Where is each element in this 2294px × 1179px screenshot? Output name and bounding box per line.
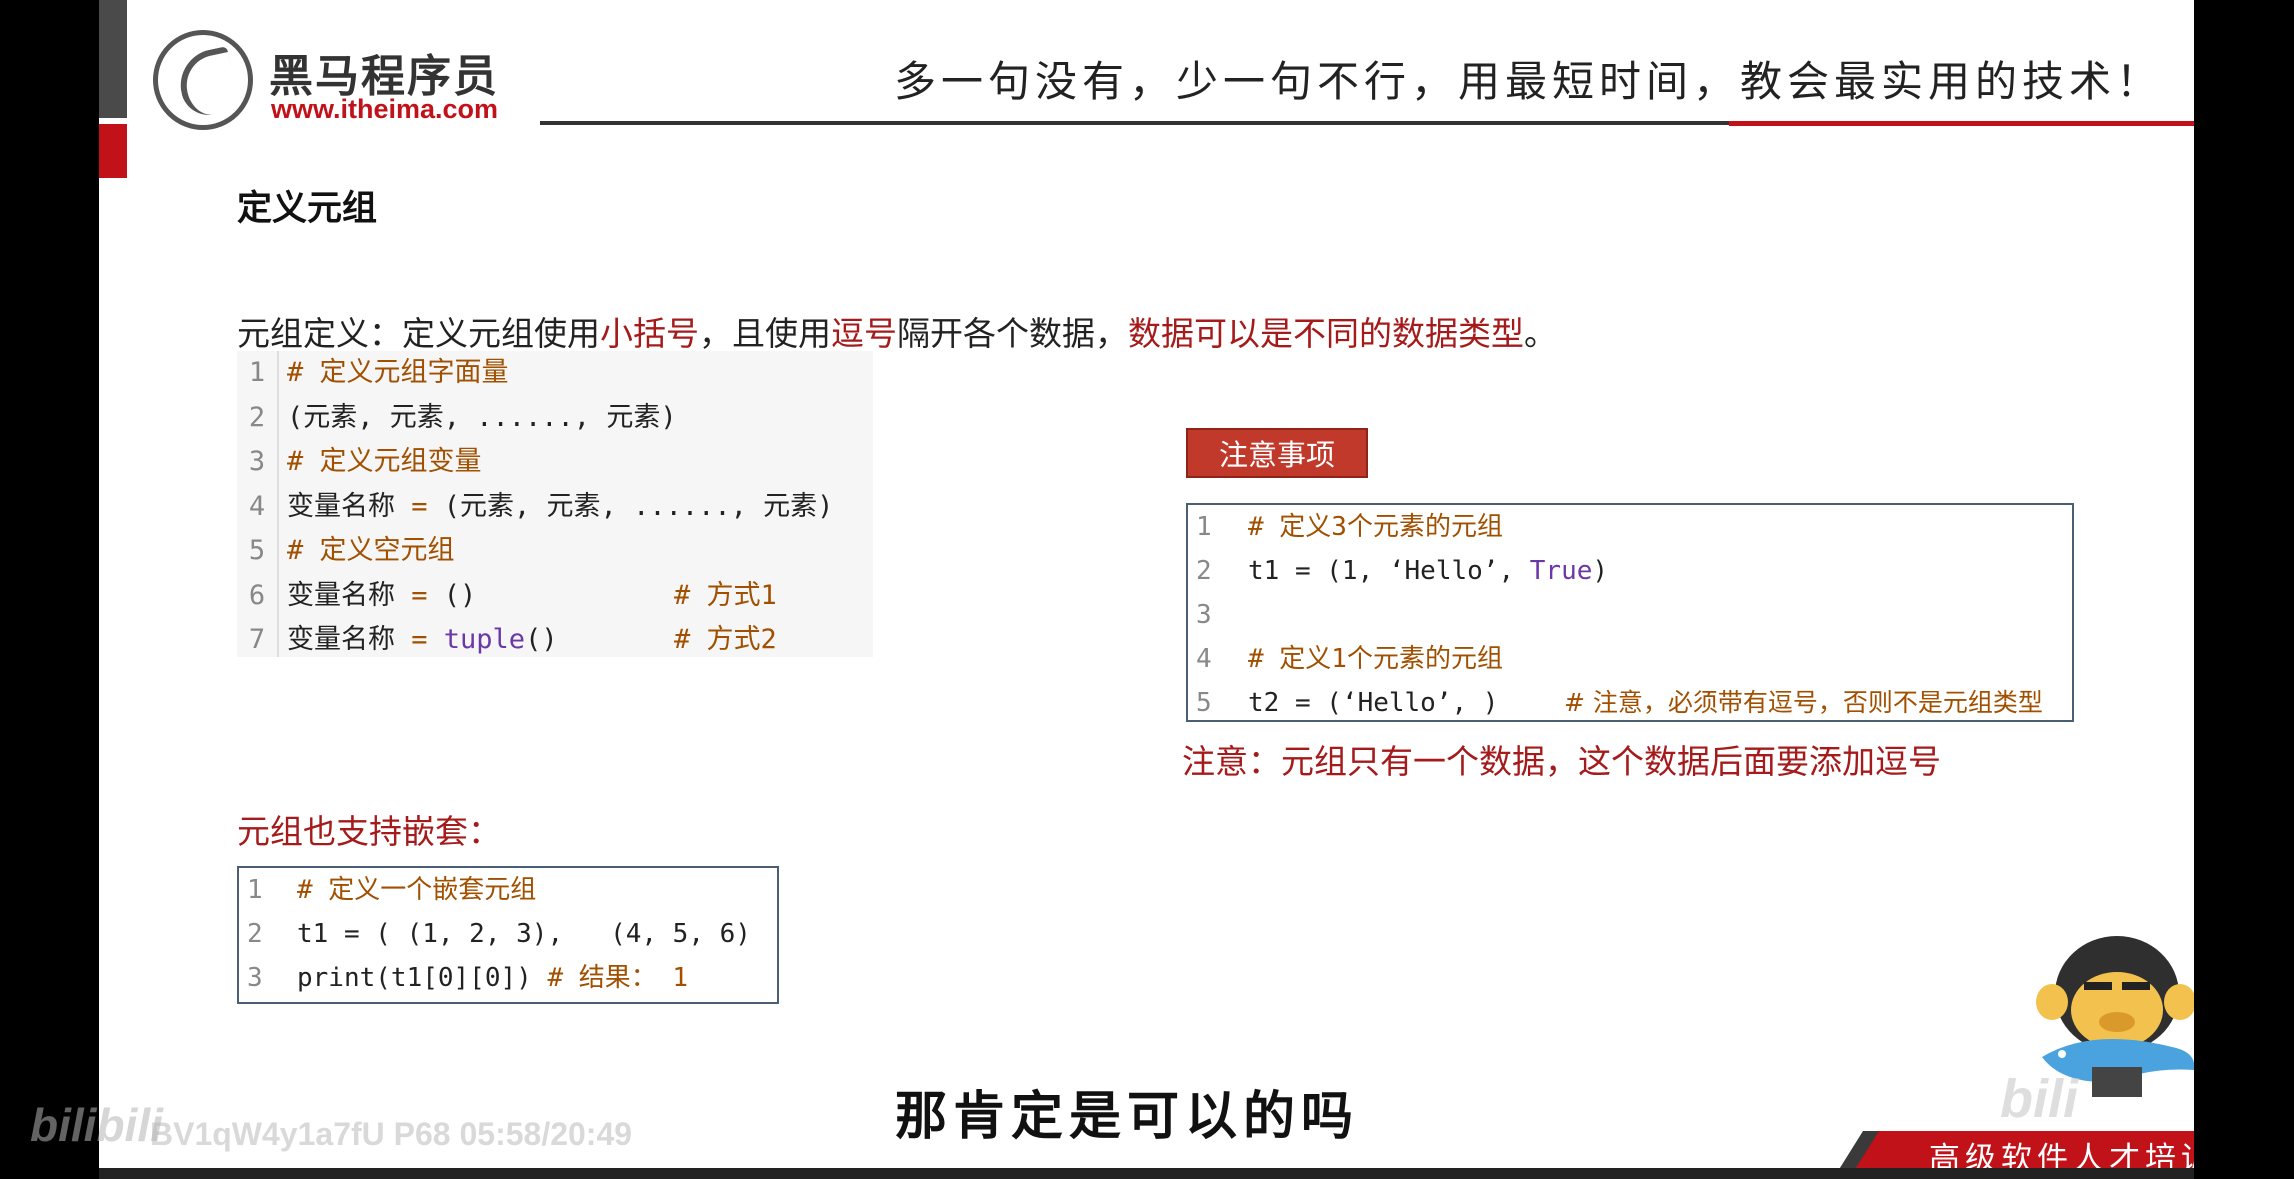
line-number: 2 bbox=[248, 401, 266, 433]
code-comment: # 结果： 1 bbox=[531, 963, 689, 993]
code-block-notice: 1 # 定义3个元素的元组 2 t1 = (1, ‘Hello’, True) 3 … bbox=[1186, 503, 2074, 722]
code-keyword: tuple bbox=[427, 624, 526, 655]
intro-part: 隔开各个数据， bbox=[897, 314, 1128, 353]
notice-button[interactable]: 注意事项 bbox=[1186, 428, 1368, 478]
code-block-nested: 1 # 定义一个嵌套元组 2 t1 = ( (1, 2, 3), (4, 5, 6)… bbox=[237, 866, 779, 1004]
code-line: 2 t1 = (1, ‘Hello’, True) bbox=[1188, 549, 2072, 593]
code-comment: # 方式1 bbox=[674, 579, 777, 611]
code-comment: # 方式2 bbox=[674, 624, 777, 655]
corner-watermark: bili bbox=[2000, 1069, 2078, 1129]
watermark-info: BV1qW4y1a7fU P68 05:58/20:49 bbox=[150, 1116, 633, 1152]
video-subtitle: 那肯定是可以的吗 bbox=[895, 1087, 1360, 1147]
page-title: 定义元组 bbox=[237, 189, 378, 229]
code-text: t2 = (‘Hello’, ) bbox=[1248, 688, 1499, 718]
code-comment: # 定义3个元素的元组 bbox=[1248, 512, 1503, 542]
code-line: 5 t2 = (‘Hello’, ) # 注意，必须带有逗号，否则不是元组类型 bbox=[1188, 681, 2072, 725]
code-text: (元素, 元素, ......, 元素) bbox=[287, 401, 677, 433]
code-text: 变量名称 = (元素, 元素, ......, 元素) bbox=[287, 485, 833, 530]
slogan: 多一句没有，少一句不行，用最短时间，教会最实用的技术！ bbox=[894, 57, 2164, 106]
nested-label: 元组也支持嵌套： bbox=[237, 812, 501, 851]
line-number: 1 bbox=[248, 357, 266, 388]
header-divider-accent bbox=[1729, 121, 2194, 126]
code-operator: = bbox=[411, 579, 428, 611]
code-line: 1 # 定义一个嵌套元组 bbox=[239, 868, 777, 912]
code-operator: = bbox=[411, 624, 428, 655]
code-text: t1 = (1, ‘Hello’, True) bbox=[1248, 549, 1608, 593]
code-line: 2 t1 = ( (1, 2, 3), (4, 5, 6) bbox=[239, 912, 777, 956]
code-comment: # 定义1个元素的元组 bbox=[1248, 644, 1503, 674]
bottom-strip bbox=[99, 1168, 2194, 1179]
line-number: 2 bbox=[1196, 556, 1212, 586]
code-keyword: True bbox=[1529, 556, 1593, 586]
code-token: () bbox=[525, 624, 558, 655]
line-number: 3 bbox=[248, 446, 266, 477]
left-accent-bar bbox=[99, 0, 127, 118]
code-operator: = bbox=[411, 490, 428, 522]
code-token: print(t1[0][0]) bbox=[297, 963, 532, 993]
header-divider bbox=[540, 121, 1870, 125]
line-number: 1 bbox=[247, 875, 263, 905]
code-text: print(t1[0][0]) # 结果： 1 bbox=[297, 956, 688, 1000]
code-line: 6 变量名称 = () # 方式1 bbox=[237, 574, 873, 619]
line-number: 4 bbox=[248, 490, 266, 522]
code-line: 7 变量名称 = tuple() # 方式2 bbox=[237, 618, 873, 663]
code-line: 4 变量名称 = (元素, 元素, ......, 元素) bbox=[237, 485, 873, 530]
code-text: 变量名称 = tuple() bbox=[287, 618, 558, 663]
code-line: 2 (元素, 元素, ......, 元素) bbox=[237, 396, 873, 441]
line-number: 1 bbox=[1196, 512, 1212, 542]
code-comment: # 定义元组变量 bbox=[287, 446, 482, 477]
code-token: () bbox=[427, 579, 477, 611]
slide: 黑马程序员 www.itheima.com 多一句没有，少一句不行，用最短时间，… bbox=[99, 0, 2194, 1179]
line-number: 3 bbox=[1196, 600, 1212, 630]
logo-url: www.itheima.com bbox=[271, 94, 499, 124]
line-number: 7 bbox=[248, 624, 266, 655]
code-line: 3 # 定义元组变量 bbox=[237, 440, 873, 485]
code-line: 1 # 定义3个元素的元组 bbox=[1188, 505, 2072, 549]
left-accent-red bbox=[99, 124, 127, 178]
code-token: 变量名称 bbox=[287, 490, 412, 522]
code-comment: # 定义元组字面量 bbox=[287, 357, 509, 388]
code-token: t1 = (1, ‘Hello’, bbox=[1248, 556, 1530, 586]
intro-part: 。 bbox=[1524, 314, 1557, 353]
code-line: 3 print(t1[0][0]) # 结果： 1 bbox=[239, 956, 777, 1000]
intro-part: 元组定义：定义元组使用 bbox=[237, 314, 600, 353]
code-comment: # 定义一个嵌套元组 bbox=[297, 875, 537, 905]
code-token: 变量名称 bbox=[287, 624, 412, 655]
code-text: t1 = ( (1, 2, 3), (4, 5, 6) bbox=[297, 919, 751, 949]
code-line: 5 # 定义空元组 bbox=[237, 529, 873, 574]
intro-part: ，且使用 bbox=[699, 314, 831, 353]
intro-highlight: 数据可以是不同的数据类型 bbox=[1128, 314, 1524, 353]
line-number: 6 bbox=[248, 579, 266, 611]
line-number: 5 bbox=[248, 535, 266, 566]
horse-logo-icon bbox=[153, 30, 253, 130]
code-comment: # 定义空元组 bbox=[287, 535, 455, 566]
intro-text: 元组定义：定义元组使用小括号，且使用逗号隔开各个数据，数据可以是不同的数据类型。 bbox=[237, 307, 1557, 355]
line-number: 5 bbox=[1196, 688, 1212, 718]
code-text: 变量名称 = () bbox=[287, 574, 476, 619]
line-number: 4 bbox=[1196, 644, 1212, 674]
code-token: (元素, 元素, ......, 元素) bbox=[427, 490, 834, 522]
code-line: 3 bbox=[1188, 593, 2072, 637]
line-number: 2 bbox=[247, 919, 263, 949]
notice-note: 注意：元组只有一个数据，这个数据后面要添加逗号 bbox=[1182, 742, 1941, 781]
line-number: 3 bbox=[247, 963, 263, 993]
code-block-define: 1 # 定义元组字面量 2 (元素, 元素, ......, 元素) 3 # 定义元组… bbox=[237, 351, 873, 657]
intro-highlight: 逗号 bbox=[831, 314, 897, 353]
code-token: 变量名称 bbox=[287, 579, 412, 611]
intro-highlight: 小括号 bbox=[600, 314, 699, 353]
code-line: 4 # 定义1个元素的元组 bbox=[1188, 637, 2072, 681]
watermark-logo: bilibili bbox=[30, 1099, 163, 1151]
code-comment: # 注意，必须带有逗号，否则不是元组类型 bbox=[1564, 688, 2043, 717]
code-line: 1 # 定义元组字面量 bbox=[237, 351, 873, 396]
code-token: ) bbox=[1592, 556, 1609, 586]
